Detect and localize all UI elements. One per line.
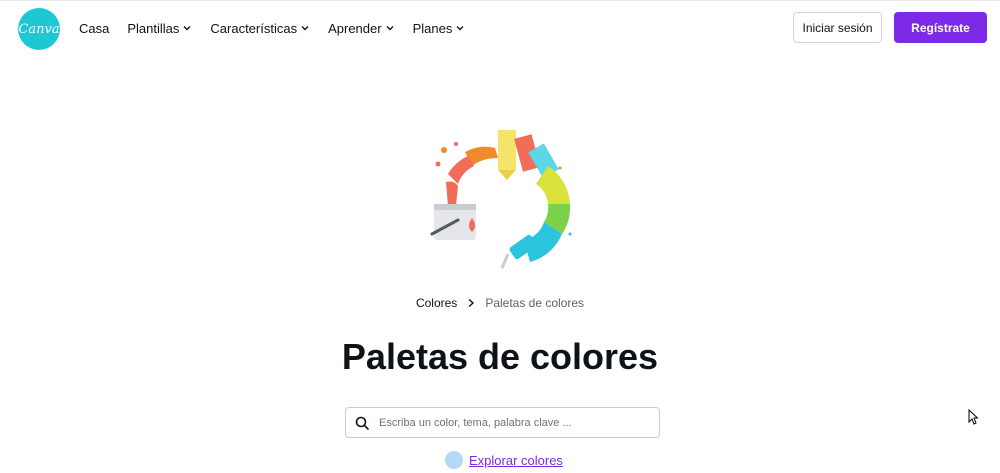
breadcrumb-current: Paletas de colores <box>485 296 585 310</box>
top-nav: Canva Casa Plantillas Características Ap… <box>0 0 1000 56</box>
menu-item-planes[interactable]: Planes <box>413 21 466 36</box>
menu-item-label: Aprender <box>328 20 382 36</box>
login-button[interactable]: Iniciar sesión <box>793 12 882 43</box>
color-palette-illustration <box>430 130 572 269</box>
mouse-cursor-icon <box>968 409 978 425</box>
search-input[interactable] <box>377 415 651 430</box>
menu-item-label: Características <box>210 20 298 36</box>
menu-item-label: Plantillas <box>127 20 180 36</box>
canva-logo[interactable]: Canva <box>18 8 60 50</box>
menu-item-casa[interactable]: Casa <box>79 21 109 36</box>
chevron-right-icon <box>468 298 475 308</box>
main-menu: Casa Plantillas Características Aprender… <box>79 0 483 56</box>
menu-item-label: Planes <box>412 20 453 36</box>
breadcrumb: Colores Paletas de colores <box>0 296 1000 310</box>
chevron-down-icon <box>183 26 191 31</box>
breadcrumb-link-colores[interactable]: Colores <box>416 296 457 310</box>
menu-item-plantillas[interactable]: Plantillas <box>127 21 192 36</box>
search-icon <box>355 416 369 430</box>
menu-item-label: Casa <box>79 20 110 36</box>
chevron-down-icon <box>301 26 309 31</box>
explore-colors-link[interactable]: Explorar colores <box>469 453 563 468</box>
chevron-down-icon <box>386 26 394 31</box>
color-dot-icon <box>445 451 463 469</box>
page-title: Paletas de colores <box>341 336 659 377</box>
search-box[interactable] <box>345 407 660 438</box>
menu-item-caracteristicas[interactable]: Características <box>210 21 310 36</box>
signup-button[interactable]: Regístrate <box>894 12 987 43</box>
explore-colors: Explorar colores <box>445 451 563 469</box>
menu-item-aprender[interactable]: Aprender <box>328 21 394 36</box>
chevron-down-icon <box>456 26 464 31</box>
